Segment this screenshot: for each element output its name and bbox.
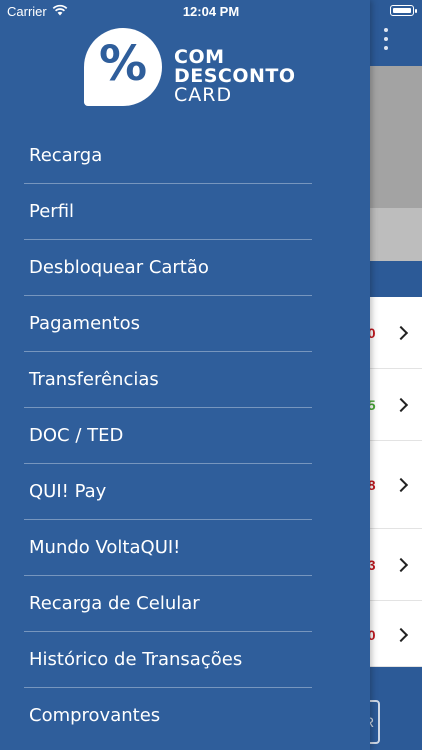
menu-item-label: QUI! Pay <box>29 481 107 502</box>
status-bar: Carrier 12:04 PM <box>0 0 422 22</box>
menu-item-qui-pay[interactable]: QUI! Pay <box>0 464 370 520</box>
brand-logo: % COM DESCONTO CARD <box>84 28 304 108</box>
logo-wordmark: COM DESCONTO CARD <box>174 48 296 105</box>
more-options-icon[interactable] <box>378 28 394 60</box>
drawer-menu: Recarga Perfil Desbloquear Cartão Pagame… <box>0 128 370 744</box>
clock: 12:04 PM <box>182 4 240 19</box>
menu-item-doc-ted[interactable]: DOC / TED <box>0 408 370 464</box>
menu-item-transferencias[interactable]: Transferências <box>0 352 370 408</box>
chevron-right-icon <box>393 627 409 643</box>
menu-item-label: DOC / TED <box>29 425 124 446</box>
menu-item-label: Transferências <box>29 369 159 390</box>
menu-item-label: Histórico de Transações <box>29 649 243 670</box>
menu-item-perfil[interactable]: Perfil <box>0 184 370 240</box>
battery-icon <box>390 5 417 16</box>
menu-item-label: Mundo VoltaQUI! <box>29 537 181 558</box>
menu-item-historico-transacoes[interactable]: Histórico de Transações <box>0 632 370 688</box>
percent-logo-icon: % <box>84 28 162 106</box>
menu-item-label: Recarga de Celular <box>29 593 200 614</box>
logo-symbol: % <box>98 36 148 92</box>
menu-item-recarga-celular[interactable]: Recarga de Celular <box>0 576 370 632</box>
menu-item-label: Recarga <box>29 145 103 166</box>
menu-item-mundo-voltaqui[interactable]: Mundo VoltaQUI! <box>0 520 370 576</box>
logo-line-3: CARD <box>174 84 233 106</box>
menu-item-recarga[interactable]: Recarga <box>0 128 370 184</box>
menu-item-label: Perfil <box>29 201 75 222</box>
chevron-right-icon <box>393 557 409 573</box>
menu-item-label: Pagamentos <box>29 313 140 334</box>
menu-item-comprovantes[interactable]: Comprovantes <box>0 688 370 744</box>
menu-item-label: Desbloquear Cartão <box>29 257 209 278</box>
chevron-right-icon <box>393 325 409 341</box>
menu-item-label: Comprovantes <box>29 705 161 726</box>
chevron-right-icon <box>393 477 409 493</box>
menu-item-pagamentos[interactable]: Pagamentos <box>0 296 370 352</box>
navigation-drawer: % COM DESCONTO CARD Recarga Perfil Desbl… <box>0 0 370 750</box>
chevron-right-icon <box>393 397 409 413</box>
menu-item-desbloquear-cartao[interactable]: Desbloquear Cartão <box>0 240 370 296</box>
